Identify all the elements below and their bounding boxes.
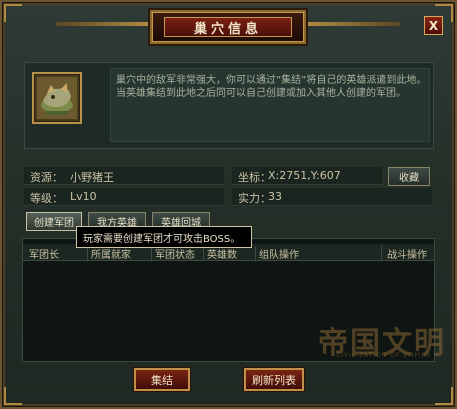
lair-portrait [32, 72, 82, 124]
strength-value: 33 [268, 190, 282, 203]
boar-king-icon [37, 77, 77, 119]
dialog-title: 巢穴信息 [164, 17, 292, 37]
title-plate: 巢穴信息 [150, 10, 306, 44]
close-icon: X [428, 18, 439, 33]
title-ornament [56, 22, 150, 26]
level-value: Lv10 [70, 190, 97, 203]
frame-corner [4, 4, 22, 22]
watermark-subtitle: CIVILIZATION OF EMPIRE [336, 352, 432, 359]
frame-corner [435, 387, 453, 405]
refresh-list-button[interactable]: 刷新列表 [244, 368, 304, 391]
level-label: 等级： [30, 192, 63, 205]
title-ornament [306, 22, 400, 26]
column-header: 军团长 [26, 246, 88, 260]
frame-corner [4, 387, 22, 405]
strength-row: 实力： 33 [232, 188, 432, 206]
rally-button[interactable]: 集结 [134, 368, 190, 391]
coord-value: X:2751,Y:607 [268, 169, 341, 182]
resource-row: 资源： 小野猪王 [24, 167, 224, 185]
column-header: 英雄数 [204, 246, 256, 260]
resource-value: 小野猪王 [70, 171, 114, 184]
close-button[interactable]: X [424, 16, 443, 35]
lair-description: 巢穴中的敌军非常强大，你可以通过“集结”将自己的英雄派遣到此地。当英雄集结到此地… [116, 75, 427, 99]
tab-create-legion[interactable]: 创建军团 [26, 212, 82, 231]
strength-label: 实力： [238, 192, 271, 205]
column-header: 组队操作 [256, 246, 382, 260]
level-row: 等级： Lv10 [24, 188, 224, 206]
column-header: 战斗操作 [387, 250, 427, 260]
resource-label: 资源： [30, 171, 63, 184]
favorite-button[interactable]: 收藏 [388, 167, 430, 186]
tooltip: 玩家需要创建军团才可攻击BOSS。 [76, 226, 252, 248]
column-header: 所属就家 [88, 246, 152, 260]
column-header: 军团状态 [152, 246, 204, 260]
coord-label: 坐标： [238, 171, 271, 184]
coord-row: 坐标： X:2751,Y:607 [232, 167, 382, 185]
